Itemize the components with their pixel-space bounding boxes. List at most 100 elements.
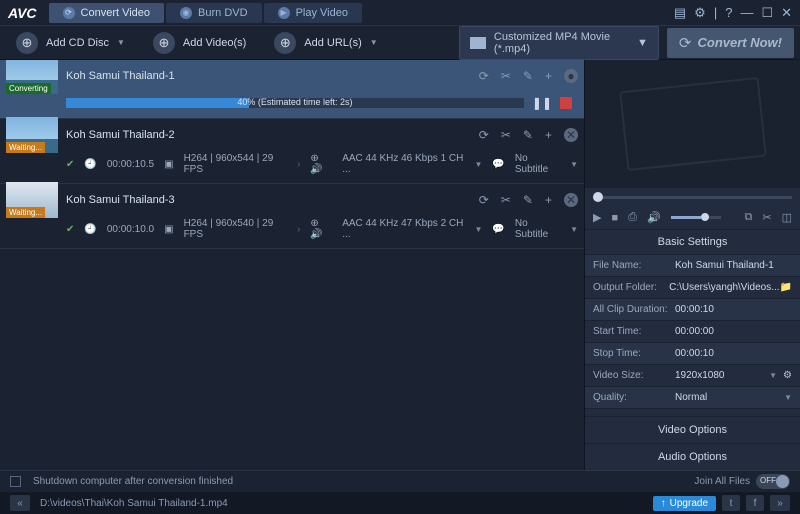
twitter-icon[interactable]: t [722, 495, 740, 511]
gear-icon[interactable]: ⚙ [694, 5, 706, 21]
facebook-icon[interactable]: f [746, 495, 764, 511]
add-videos-button[interactable]: ⊕Add Video(s) [143, 28, 256, 58]
volume-icon[interactable]: 🔊 [647, 211, 661, 224]
subtitle-select[interactable]: No Subtitle [515, 153, 560, 175]
crop-icon[interactable]: ◫ [782, 211, 792, 224]
minimize-icon[interactable]: — [740, 5, 753, 20]
help-icon[interactable]: ? [725, 5, 732, 20]
clip-title: Koh Samui Thailand-2 [66, 129, 471, 141]
tab-burn-dvd[interactable]: ◉Burn DVD [166, 3, 262, 23]
video-size-select[interactable]: 1920x1080 [675, 370, 769, 381]
prev-button[interactable]: « [10, 495, 30, 511]
refresh-icon[interactable]: ⟳ [479, 193, 489, 207]
toggle-state: OFF [760, 476, 776, 485]
add-urls-button[interactable]: ⊕Add URL(s)▼ [264, 28, 387, 58]
cut-icon[interactable]: ✂ [501, 69, 511, 83]
clock-icon: 🕘 [84, 224, 96, 235]
chevron-down-icon[interactable]: ▼ [474, 160, 482, 169]
video-info: H264 | 960x540 | 29 FPS [184, 218, 287, 240]
subtitle-select[interactable]: No Subtitle [515, 218, 560, 240]
cut-icon[interactable]: ✂ [762, 211, 771, 224]
add-icon[interactable]: + [545, 128, 552, 142]
audio-info[interactable]: AAC 44 KHz 47 Kbps 2 CH ... [342, 218, 464, 240]
detach-icon[interactable]: ⧉ [745, 211, 753, 224]
edit-icon[interactable]: ✎ [523, 128, 533, 142]
join-files-toggle[interactable]: OFF [756, 474, 790, 489]
disc-plus-icon: ⊕ [16, 32, 38, 54]
convert-icon: ⟳ [679, 34, 692, 52]
pause-button[interactable]: ❚❚ [532, 96, 552, 110]
quality-select[interactable]: Normal [675, 392, 784, 403]
tab-play-video[interactable]: ▶ Play Video [264, 3, 362, 23]
clip-thumbnail: Waiting... [6, 117, 58, 153]
edit-icon[interactable]: ✎ [523, 193, 533, 207]
check-icon[interactable]: ✔ [66, 159, 74, 170]
output-folder-value[interactable]: C:\Users\yangh\Videos... [669, 282, 779, 293]
stop-time-input[interactable]: 00:00:10 [675, 348, 792, 359]
snapshot-button[interactable]: ⎙ [628, 211, 637, 224]
setting-label: All Clip Duration: [593, 304, 675, 315]
clip-item[interactable]: Converting Koh Samui Thailand-1 ⟳ ✂ ✎ + … [0, 60, 584, 119]
remove-icon[interactable]: ✕ [564, 193, 578, 207]
subtitle-icon: 💬 [492, 224, 504, 235]
refresh-icon: ⟳ [63, 7, 75, 19]
chevron-down-icon[interactable]: ▼ [769, 371, 777, 380]
check-icon[interactable]: ✔ [66, 224, 74, 235]
convert-now-button[interactable]: ⟳ Convert Now! [667, 28, 794, 58]
start-time-input[interactable]: 00:00:00 [675, 326, 792, 337]
audio-icon: ⊕ 🔊 [310, 153, 332, 175]
output-profile-select[interactable]: Customized MP4 Movie (*.mp4) ▼ [459, 26, 659, 60]
maximize-icon[interactable]: ☐ [761, 5, 773, 21]
video-icon: ▣ [164, 159, 173, 170]
stop-button[interactable]: ■ [611, 212, 618, 224]
add-icon[interactable]: + [545, 193, 552, 207]
video-options-button[interactable]: Video Options [585, 416, 800, 443]
tab-label: Play Video [296, 7, 348, 19]
chevron-down-icon: ▼ [370, 38, 378, 47]
add-cd-button[interactable]: ⊕Add CD Disc▼ [6, 28, 135, 58]
stop-button[interactable] [560, 97, 572, 109]
clip-item[interactable]: Waiting... Koh Samui Thailand-3 ⟳ ✂ ✎ + … [0, 184, 584, 249]
setting-label: File Name: [593, 260, 675, 271]
shutdown-label: Shutdown computer after conversion finis… [33, 476, 233, 487]
setting-label: Output Folder: [593, 282, 669, 293]
audio-options-button[interactable]: Audio Options [585, 443, 800, 470]
video-info: H264 | 960x544 | 29 FPS [184, 153, 287, 175]
folder-icon[interactable]: 📁 [780, 282, 792, 293]
clip-item[interactable]: Waiting... Koh Samui Thailand-2 ⟳ ✂ ✎ + … [0, 119, 584, 184]
file-name-input[interactable]: Koh Samui Thailand-1 [675, 260, 792, 271]
basic-settings: File Name:Koh Samui Thailand-1 Output Fo… [585, 255, 800, 416]
tab-label: Burn DVD [198, 7, 248, 19]
chevron-down-icon[interactable]: ▼ [784, 393, 792, 402]
chevron-down-icon[interactable]: ▼ [570, 160, 578, 169]
chevron-down-icon[interactable]: ▼ [474, 225, 482, 234]
gear-icon[interactable]: ⚙ [783, 370, 792, 381]
duration-text: 00:00:10.0 [107, 224, 154, 235]
divider: | [714, 5, 717, 20]
play-icon: ▶ [278, 7, 290, 19]
status-badge: Waiting... [6, 207, 45, 218]
audio-info[interactable]: AAC 44 KHz 46 Kbps 1 CH ... [342, 153, 464, 175]
shutdown-checkbox[interactable] [10, 476, 21, 487]
scrubber[interactable] [585, 188, 800, 206]
upgrade-button[interactable]: ↑Upgrade [653, 496, 716, 511]
video-preview [585, 60, 800, 188]
remove-icon[interactable]: ✕ [564, 128, 578, 142]
remove-icon[interactable]: ● [564, 69, 578, 83]
cut-icon[interactable]: ✂ [501, 128, 511, 142]
close-icon[interactable]: ✕ [781, 5, 792, 21]
video-icon: ▣ [164, 224, 173, 235]
next-button[interactable]: » [770, 495, 790, 511]
tab-convert-video[interactable]: ⟳Convert Video [49, 3, 165, 23]
play-button[interactable]: ▶ [593, 211, 601, 224]
edit-icon[interactable]: ✎ [523, 69, 533, 83]
refresh-icon[interactable]: ⟳ [479, 128, 489, 142]
cut-icon[interactable]: ✂ [501, 193, 511, 207]
menu-icon[interactable]: ▤ [674, 5, 686, 21]
refresh-icon[interactable]: ⟳ [479, 69, 489, 83]
chevron-down-icon[interactable]: ▼ [570, 225, 578, 234]
up-arrow-icon: ↑ [661, 498, 666, 509]
add-icon[interactable]: + [545, 69, 552, 83]
volume-slider[interactable] [671, 216, 721, 219]
setting-label: Quality: [593, 392, 675, 403]
